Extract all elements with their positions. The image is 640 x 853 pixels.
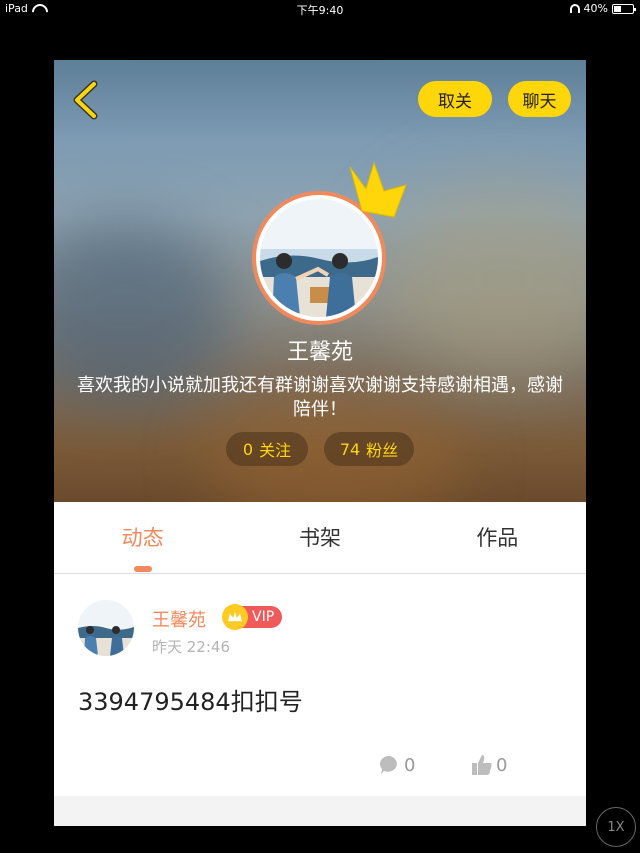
following-count: 0: [242, 439, 254, 459]
post-time: 昨天 22:46: [152, 638, 230, 656]
comment-icon: [379, 755, 397, 774]
profile-bio: 喜欢我的小说就加我还有群谢谢喜欢谢谢支持感谢相遇，感谢陪伴！: [77, 375, 563, 420]
battery-icon: [612, 3, 636, 14]
comment-count: 0: [404, 754, 416, 776]
tab-label: 作品: [476, 526, 519, 550]
battery-percent: 40%: [583, 2, 608, 15]
thumbs-up-icon: [472, 755, 492, 775]
back-button[interactable]: [68, 78, 104, 122]
list-divider: [54, 796, 586, 826]
post-author[interactable]: 王馨苑: [152, 606, 206, 632]
fans-stat[interactable]: 74 粉丝: [324, 432, 414, 466]
fans-count: 74: [339, 439, 361, 459]
crown-icon: [349, 161, 407, 218]
vip-crown-icon: [222, 604, 248, 630]
post-item: 王馨苑 VIP 昨天 22:46 3394795484扣扣号 0 0: [54, 574, 586, 796]
active-tab-indicator: [133, 566, 152, 572]
post-avatar-image: [78, 600, 134, 656]
following-stat[interactable]: 0 关注: [226, 432, 308, 466]
vip-badge: VIP: [222, 604, 283, 630]
tab-works[interactable]: 作品: [409, 502, 586, 573]
following-label: 关注: [259, 441, 292, 460]
status-bar: iPad 下午9:40 40%: [0, 0, 640, 18]
like-button[interactable]: 0: [470, 752, 507, 778]
tab-activity[interactable]: 动态: [54, 502, 231, 573]
tab-label: 书架: [298, 526, 341, 550]
profile-header: 取关 聊天 王馨苑 喜欢我的小说就加我还有群谢谢喜欢谢谢支持感谢相遇，感谢陪伴！…: [54, 60, 586, 502]
status-time: 下午9:40: [296, 4, 344, 17]
profile-tabs: 动态 书架 作品: [54, 502, 586, 574]
post-avatar[interactable]: [78, 600, 134, 656]
like-count: 0: [496, 754, 508, 776]
headphone-icon: [569, 4, 580, 13]
chevron-left-icon: [73, 80, 98, 120]
tab-label: 动态: [121, 526, 164, 550]
fans-label: 粉丝: [366, 441, 399, 460]
chat-button[interactable]: 聊天: [508, 81, 571, 117]
profile-screen: 取关 聊天 王馨苑 喜欢我的小说就加我还有群谢谢喜欢谢谢支持感谢相遇，感谢陪伴！…: [54, 60, 586, 826]
post-text: 3394795484扣扣号: [78, 688, 303, 716]
zoom-button[interactable]: 1X: [596, 807, 636, 847]
tab-bookshelf[interactable]: 书架: [231, 502, 408, 573]
vip-label: VIP: [242, 606, 283, 628]
comment-button[interactable]: 0: [378, 752, 415, 778]
unfollow-button[interactable]: 取关: [418, 81, 492, 117]
profile-name: 王馨苑: [286, 340, 353, 365]
